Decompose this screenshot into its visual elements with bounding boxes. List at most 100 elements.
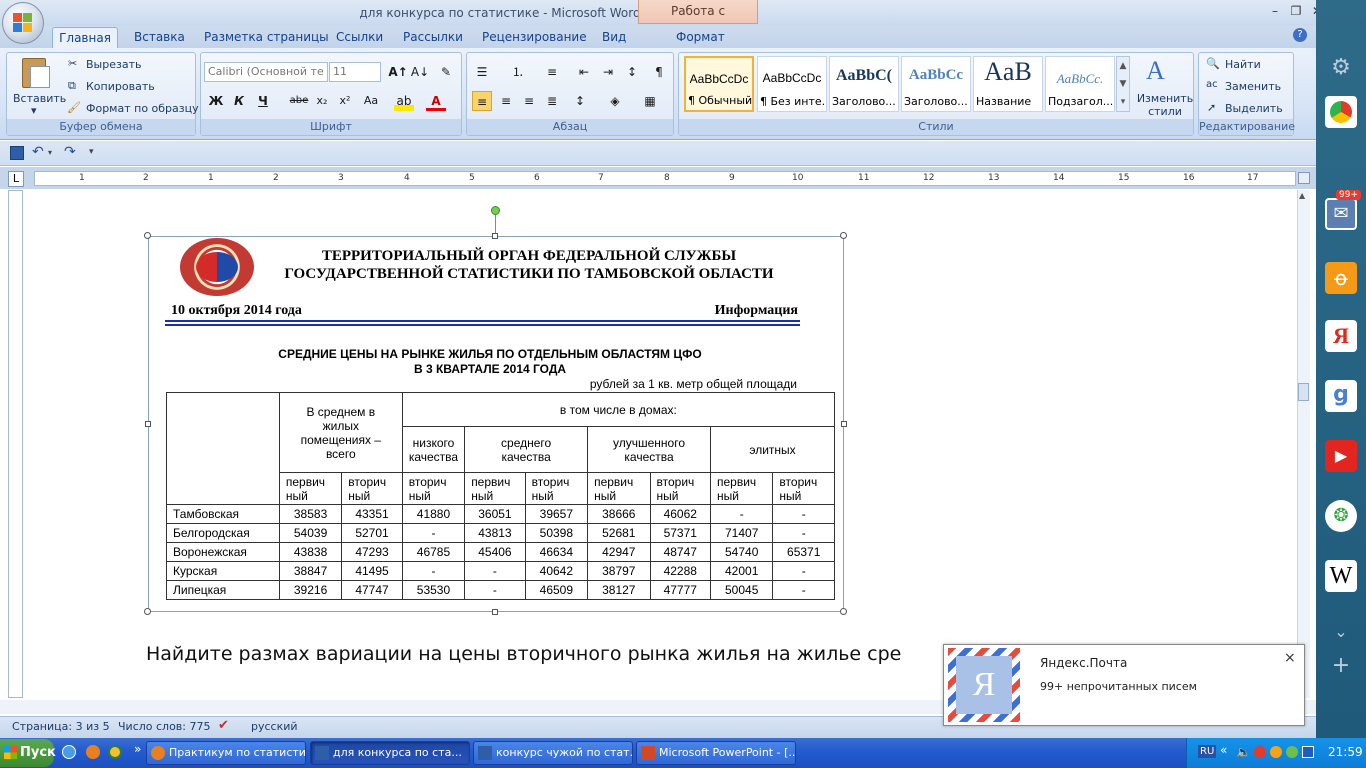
tab-insert[interactable]: Вставка [134, 30, 185, 44]
quicklaunch-firefox-icon[interactable] [86, 745, 100, 759]
resize-handle-e[interactable] [841, 421, 847, 427]
tab-page-layout[interactable]: Разметка страницы [204, 30, 329, 44]
vertical-scroll-thumb[interactable] [1298, 383, 1309, 401]
clock[interactable]: 21:59 [1328, 745, 1363, 759]
align-left-icon[interactable]: ≡ [472, 91, 492, 111]
scroll-up-icon[interactable]: ▲ [1299, 191, 1305, 200]
align-right-icon[interactable]: ≡ [519, 91, 539, 111]
paste-icon[interactable] [20, 56, 54, 90]
font-size-combo[interactable]: 11 [329, 62, 381, 82]
line-spacing-icon[interactable]: ↕ [570, 91, 590, 111]
format-painter-icon[interactable]: 🖌 [67, 101, 81, 114]
google-icon[interactable]: g [1325, 380, 1357, 412]
sidebar-expand-icon[interactable]: ⌄ [1325, 616, 1357, 648]
select-icon[interactable]: ➚ [1207, 101, 1216, 114]
style-title[interactable]: AaB Название [973, 56, 1043, 112]
copy-icon[interactable]: ⧉ [68, 79, 76, 93]
style-no-spacing[interactable]: AaBbCcDc ¶ Без инте... [757, 56, 827, 112]
restore-icon[interactable]: ❐ [1288, 4, 1304, 20]
resize-handle-se[interactable] [840, 608, 847, 615]
superscript-button[interactable]: x² [335, 91, 355, 111]
undo-icon[interactable]: ↶ [32, 144, 44, 160]
tab-home[interactable]: Главная [52, 27, 118, 49]
style-normal[interactable]: AaBbCcDc ¶ Обычный [684, 56, 754, 112]
resize-handle-ne[interactable] [840, 232, 847, 239]
resize-handle-s[interactable] [492, 609, 498, 615]
minimize-icon[interactable]: – [1267, 4, 1283, 20]
horizontal-ruler[interactable]: 1 2 1 2 3 4 5 6 7 8 9 10 11 12 13 14 15 16 17 [34, 171, 1296, 186]
select-button[interactable]: Выделить [1225, 102, 1283, 115]
tab-mailings[interactable]: Рассылки [403, 30, 463, 44]
replace-button[interactable]: Заменить [1225, 80, 1281, 93]
save-icon[interactable] [10, 146, 24, 160]
borders-icon[interactable]: ▦ [640, 91, 660, 111]
italic-button[interactable]: К [229, 91, 249, 111]
word-count-status[interactable]: Число слов: 775 [118, 720, 211, 733]
tab-references[interactable]: Ссылки [336, 30, 383, 44]
language-status[interactable]: русский [251, 720, 298, 733]
sort-icon[interactable]: ↕ [622, 62, 642, 82]
font-family-combo[interactable]: Calibri (Основной те [204, 62, 328, 82]
format-painter-button[interactable]: Формат по образцу [86, 102, 199, 115]
underline-button[interactable]: Ч [253, 91, 273, 111]
resize-handle-nw[interactable] [144, 232, 151, 239]
quicklaunch-more-icon[interactable]: » [134, 742, 141, 756]
resize-handle-sw[interactable] [144, 608, 151, 615]
justify-icon[interactable]: ≣ [542, 91, 562, 111]
subscript-button[interactable]: x₂ [312, 91, 332, 111]
page-count-status[interactable]: Страница: 3 из 5 [12, 720, 110, 733]
tray-volume-icon[interactable]: 🔈 [1236, 745, 1251, 759]
change-styles-button[interactable]: Изменить стили [1136, 92, 1194, 118]
paste-button[interactable]: Вставить [13, 92, 66, 105]
strikethrough-button[interactable]: abe [289, 91, 309, 111]
tray-app-icon[interactable] [1270, 746, 1282, 758]
help-icon[interactable]: ? [1293, 28, 1307, 42]
notification-close-button[interactable]: × [1284, 650, 1296, 666]
yandex-browser-icon[interactable] [1325, 96, 1357, 128]
replace-icon[interactable]: ac [1206, 79, 1218, 90]
add-widget-icon[interactable]: + [1325, 650, 1357, 682]
youtube-icon[interactable]: ▶ [1325, 440, 1357, 472]
increase-indent-icon[interactable]: ⇥ [598, 62, 618, 82]
grow-font-icon[interactable]: A↑ [388, 62, 408, 82]
bullets-icon[interactable]: ☰ [472, 62, 492, 82]
taskbar-item[interactable]: конкурс чужой по стат... [473, 741, 633, 765]
language-indicator[interactable]: RU [1198, 745, 1217, 758]
tray-app-icon[interactable] [1286, 746, 1298, 758]
cut-button[interactable]: Вырезать [86, 58, 141, 71]
change-styles-icon[interactable]: A [1146, 56, 1165, 86]
pilcrow-icon[interactable]: ¶ [649, 62, 669, 82]
styles-scroll-icon[interactable]: ▲ ▼ ▾ [1116, 56, 1130, 112]
wikipedia-icon[interactable]: W [1325, 560, 1357, 592]
tab-view[interactable]: Вид [602, 30, 626, 44]
tray-network-icon[interactable] [1302, 746, 1314, 758]
tab-stop-selector-icon[interactable]: L [8, 171, 24, 187]
tray-app-icon[interactable] [1254, 746, 1266, 758]
style-subtitle[interactable]: AaBbCc. Подзагол... [1045, 56, 1115, 112]
cut-icon[interactable]: ✂ [68, 57, 77, 70]
shrink-font-icon[interactable]: A↓ [410, 62, 430, 82]
bold-button[interactable]: Ж [206, 91, 226, 111]
align-center-icon[interactable]: ≡ [496, 91, 516, 111]
yandex-icon[interactable]: Я [1325, 320, 1357, 352]
clear-format-icon[interactable]: ✎ [436, 62, 456, 82]
taskbar-item[interactable]: Практикум по статисти... [146, 741, 306, 765]
taskbar-item-active[interactable]: для конкурса по ста... [310, 741, 470, 765]
copy-button[interactable]: Копировать [86, 80, 155, 93]
resize-handle-n[interactable] [492, 233, 498, 239]
font-color-icon[interactable]: A [426, 91, 446, 111]
tab-format[interactable]: Формат [676, 30, 725, 44]
numbering-icon[interactable]: ⒈ [508, 62, 528, 82]
quicklaunch-chrome-icon[interactable] [108, 745, 122, 759]
vertical-scrollbar[interactable] [1297, 190, 1310, 698]
view-ruler-icon[interactable] [1298, 172, 1310, 184]
shading-icon[interactable]: ◈ [605, 91, 625, 111]
spelling-check-icon[interactable]: ✔ [218, 718, 229, 733]
style-heading-1[interactable]: AaBbC( Заголово... [829, 56, 899, 112]
highlight-icon[interactable]: ab [394, 91, 414, 111]
find-icon[interactable]: 🔍 [1206, 57, 1220, 70]
evernote-icon[interactable]: ❂ [1325, 500, 1357, 532]
style-heading-2[interactable]: AaBbCc Заголово... [901, 56, 971, 112]
tray-expand-icon[interactable]: « [1220, 743, 1227, 757]
start-button[interactable]: Пуск [0, 739, 56, 767]
